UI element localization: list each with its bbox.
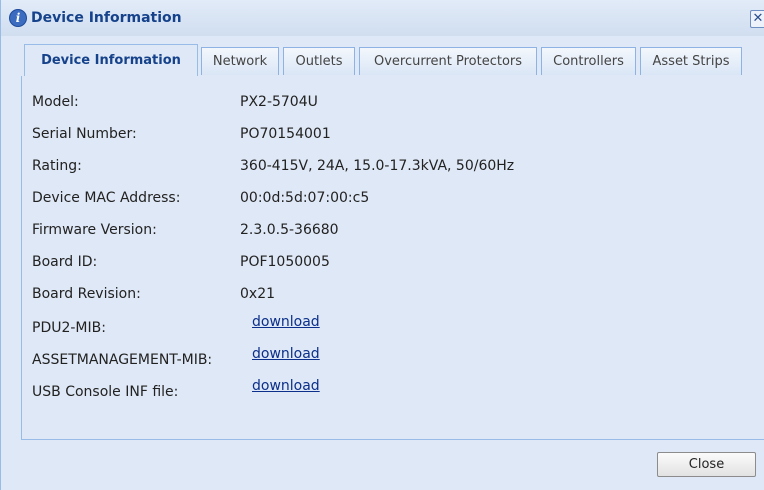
tab-controllers[interactable]: Controllers xyxy=(541,47,636,75)
detail-label: Device MAC Address: xyxy=(32,190,181,206)
detail-label: Serial Number: xyxy=(32,126,137,142)
tab-asset-strips[interactable]: Asset Strips xyxy=(640,47,742,75)
device-information-dialog: i Device Information ✕ Device Informatio… xyxy=(0,0,764,490)
detail-label: Model: xyxy=(32,94,79,110)
detail-label: Board ID: xyxy=(32,254,98,270)
detail-label: Firmware Version: xyxy=(32,222,157,238)
detail-value: 2.3.0.5-36680 xyxy=(240,222,339,238)
detail-label: Board Revision: xyxy=(32,286,141,302)
pdu2-mib-download-link[interactable]: download xyxy=(252,314,320,330)
assetmanagement-mib-download-link[interactable]: download xyxy=(252,346,320,362)
detail-value: PO70154001 xyxy=(240,126,331,142)
tab-outlets[interactable]: Outlets xyxy=(283,47,355,75)
detail-value: 00:0d:5d:07:00:c5 xyxy=(240,190,370,206)
detail-label: PDU2-MIB: xyxy=(32,320,106,336)
tab-overcurrent-protectors[interactable]: Overcurrent Protectors xyxy=(359,47,537,75)
info-icon: i xyxy=(9,9,27,27)
detail-label: Rating: xyxy=(32,158,82,174)
device-info-panel: Model: PX2-5704U Serial Number: PO701540… xyxy=(21,76,764,440)
detail-label: ASSETMANAGEMENT-MIB: xyxy=(32,352,213,368)
detail-value: 0x21 xyxy=(240,286,276,302)
detail-value: POF1050005 xyxy=(240,254,330,270)
detail-label: USB Console INF file: xyxy=(32,384,179,400)
tab-network[interactable]: Network xyxy=(201,47,279,75)
tab-strip: Device Information Network Outlets Overc… xyxy=(21,44,764,77)
tab-device-information[interactable]: Device Information xyxy=(24,44,198,77)
detail-value: 360-415V, 24A, 15.0-17.3kVA, 50/60Hz xyxy=(240,158,515,174)
usb-console-inf-download-link[interactable]: download xyxy=(252,378,320,394)
detail-value: PX2-5704U xyxy=(240,94,318,110)
close-icon[interactable]: ✕ xyxy=(750,10,764,28)
dialog-titlebar[interactable]: i Device Information ✕ xyxy=(1,0,764,36)
close-button[interactable]: Close xyxy=(657,452,756,477)
dialog-title: Device Information xyxy=(31,10,182,26)
